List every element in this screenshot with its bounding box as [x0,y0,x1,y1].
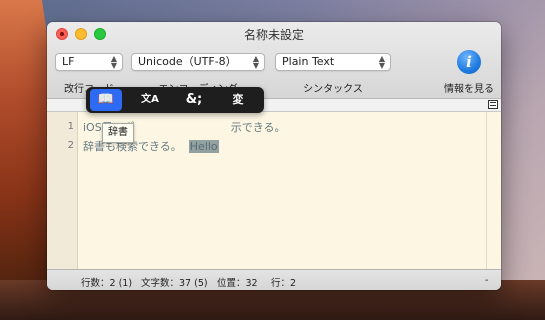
tooltip: 辞書 [102,123,134,143]
info-label: 情報を見る [444,84,494,95]
chevron-updown-icon: ▲ ▼ [110,54,117,70]
vertical-scrollbar[interactable] [486,112,501,269]
text-action-popover: 📖 文A &; 変 [86,87,264,113]
syntax-value: Plain Text [282,55,335,68]
chevron-updown-icon: ▲ ▼ [252,54,259,70]
entity-icon[interactable]: &; [178,89,210,111]
line-ending-value: LF [62,55,75,68]
editor-window: 名称未設定 LF ▲ ▼ Unicode（UTF-8） ▲ ▼ Plain Text… [47,22,501,290]
encoding-value: Unicode（UTF-8） [138,55,237,68]
dictionary-icon[interactable]: 📖 [90,89,122,111]
chevron-updown-icon: ▲ ▼ [378,54,385,70]
status-bar: 行数：2 (1) 文字数：37 (5) 位置：32 行：2 - [47,269,501,290]
encoding-popup[interactable]: Unicode（UTF-8） ▲ ▼ [131,53,265,71]
cursor-position: 位置：32 [217,278,258,289]
transform-icon[interactable]: 変 [222,89,254,111]
char-count: 文字数：37 (5) [141,278,208,289]
line-number: 1 [67,121,74,132]
syntax-popup[interactable]: Plain Text ▲ ▼ [275,53,391,71]
window-title: 名称未設定 [243,28,304,42]
translate-icon[interactable]: 文A [134,89,166,111]
line-text: 示できる。 [230,121,286,134]
info-icon[interactable]: i [457,50,481,74]
syntax-label: シンタックス [303,84,363,95]
line-number-gutter: 1 2 [47,112,78,269]
line-number: 2 [67,140,74,151]
split-view-icon[interactable] [488,100,498,109]
status-right: - [485,275,489,286]
line-text: きる。 [149,140,182,153]
line-count: 行数：2 (1) [81,278,133,289]
line-ending-popup[interactable]: LF ▲ ▼ [55,53,123,71]
selected-text[interactable]: Hello [188,140,219,153]
current-line: 行：2 [271,278,297,289]
